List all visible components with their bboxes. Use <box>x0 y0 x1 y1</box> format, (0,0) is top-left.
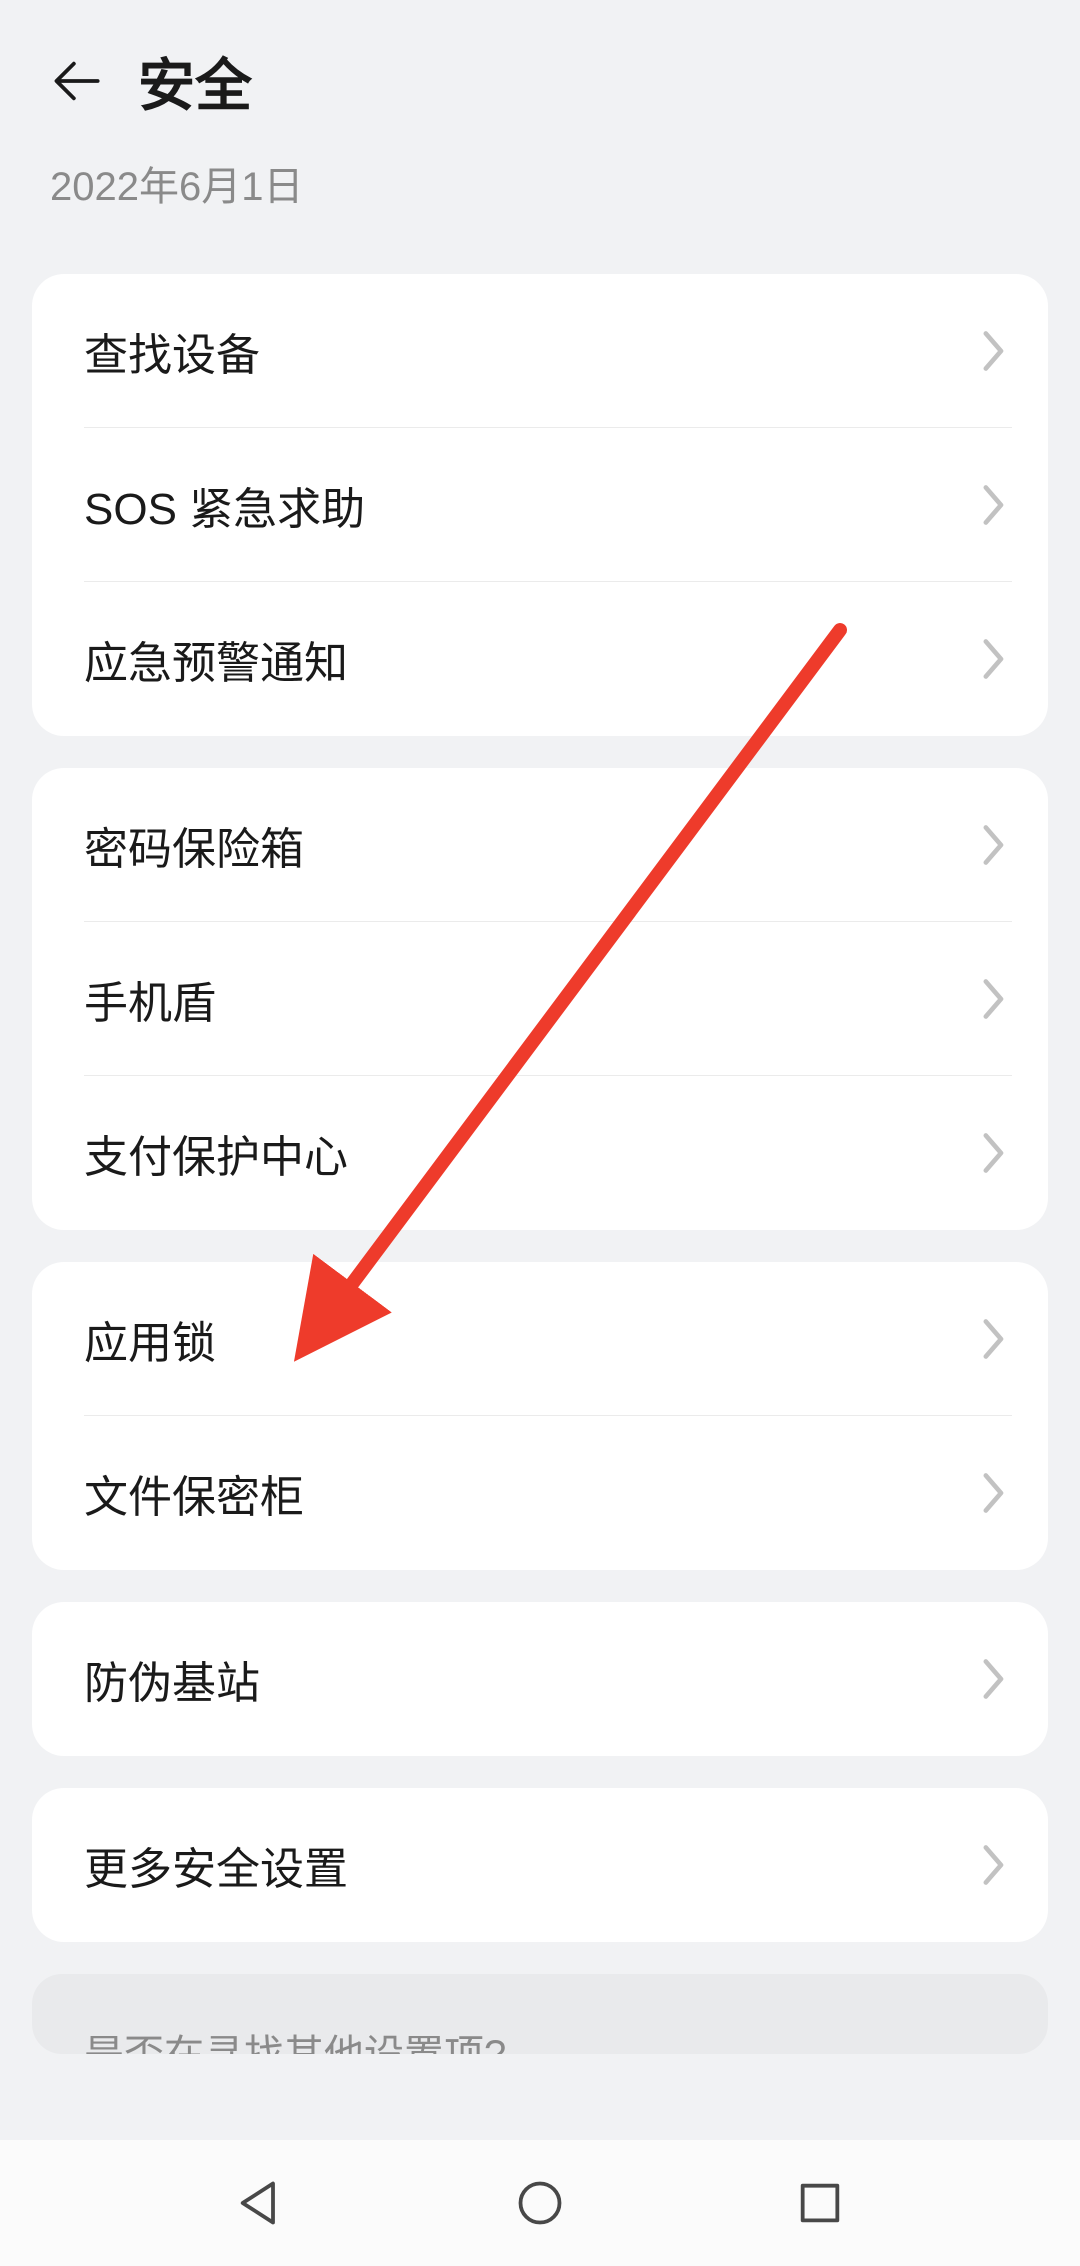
back-icon[interactable] <box>50 55 102 107</box>
settings-row-label: 密码保险箱 <box>52 813 304 877</box>
settings-row-find-device[interactable]: 查找设备 <box>32 274 1048 428</box>
nav-back-icon[interactable] <box>234 2177 286 2229</box>
chevron-right-icon <box>980 821 1008 869</box>
chevron-right-icon <box>980 1469 1008 1517</box>
nav-bar <box>0 2140 1080 2266</box>
chevron-right-icon <box>980 1655 1008 1703</box>
settings-group: 更多安全设置 <box>32 1788 1048 1942</box>
settings-row-file-safe[interactable]: 文件保密柜 <box>32 1416 1048 1570</box>
settings-group: 防伪基站 <box>32 1602 1048 1756</box>
footer-hint-text: 是否在寻找其他设置项? <box>84 2022 506 2054</box>
settings-content: 查找设备 SOS 紧急求助应急预警通知密码保险箱手机盾支付保护中心应用锁文件保密柜… <box>0 274 1080 1942</box>
settings-row-label: 手机盾 <box>52 967 216 1031</box>
settings-group: 应用锁文件保密柜 <box>32 1262 1048 1570</box>
settings-row-label: 更多安全设置 <box>52 1833 348 1897</box>
settings-row-emergency-alert[interactable]: 应急预警通知 <box>32 582 1048 736</box>
nav-recent-icon[interactable] <box>794 2177 846 2229</box>
settings-row-phone-shield[interactable]: 手机盾 <box>32 922 1048 1076</box>
chevron-right-icon <box>980 481 1008 529</box>
settings-row-label: SOS 紧急求助 <box>52 473 365 537</box>
settings-row-fake-base[interactable]: 防伪基站 <box>32 1602 1048 1756</box>
settings-row-sos[interactable]: SOS 紧急求助 <box>32 428 1048 582</box>
settings-row-more-security[interactable]: 更多安全设置 <box>32 1788 1048 1942</box>
settings-row-password-vault[interactable]: 密码保险箱 <box>32 768 1048 922</box>
nav-home-icon[interactable] <box>514 2177 566 2229</box>
settings-group: 密码保险箱手机盾支付保护中心 <box>32 768 1048 1230</box>
settings-row-label: 应急预警通知 <box>52 627 348 691</box>
settings-row-payment-protect[interactable]: 支付保护中心 <box>32 1076 1048 1230</box>
settings-row-label: 支付保护中心 <box>52 1121 348 1185</box>
page-date: 2022年6月1日 <box>50 154 1030 212</box>
settings-row-label: 文件保密柜 <box>52 1461 304 1525</box>
chevron-right-icon <box>980 1315 1008 1363</box>
settings-row-label: 防伪基站 <box>52 1647 260 1711</box>
chevron-right-icon <box>980 1841 1008 1889</box>
page-title: 安全 <box>138 40 252 122</box>
chevron-right-icon <box>980 327 1008 375</box>
footer-hint-card: 是否在寻找其他设置项? <box>32 1974 1048 2054</box>
chevron-right-icon <box>980 1129 1008 1177</box>
page-header: 安全 2022年6月1日 <box>0 0 1080 212</box>
settings-row-label: 查找设备 <box>52 319 260 383</box>
settings-row-app-lock[interactable]: 应用锁 <box>32 1262 1048 1416</box>
chevron-right-icon <box>980 975 1008 1023</box>
settings-group: 查找设备 SOS 紧急求助应急预警通知 <box>32 274 1048 736</box>
settings-row-label: 应用锁 <box>52 1307 216 1371</box>
chevron-right-icon <box>980 635 1008 683</box>
